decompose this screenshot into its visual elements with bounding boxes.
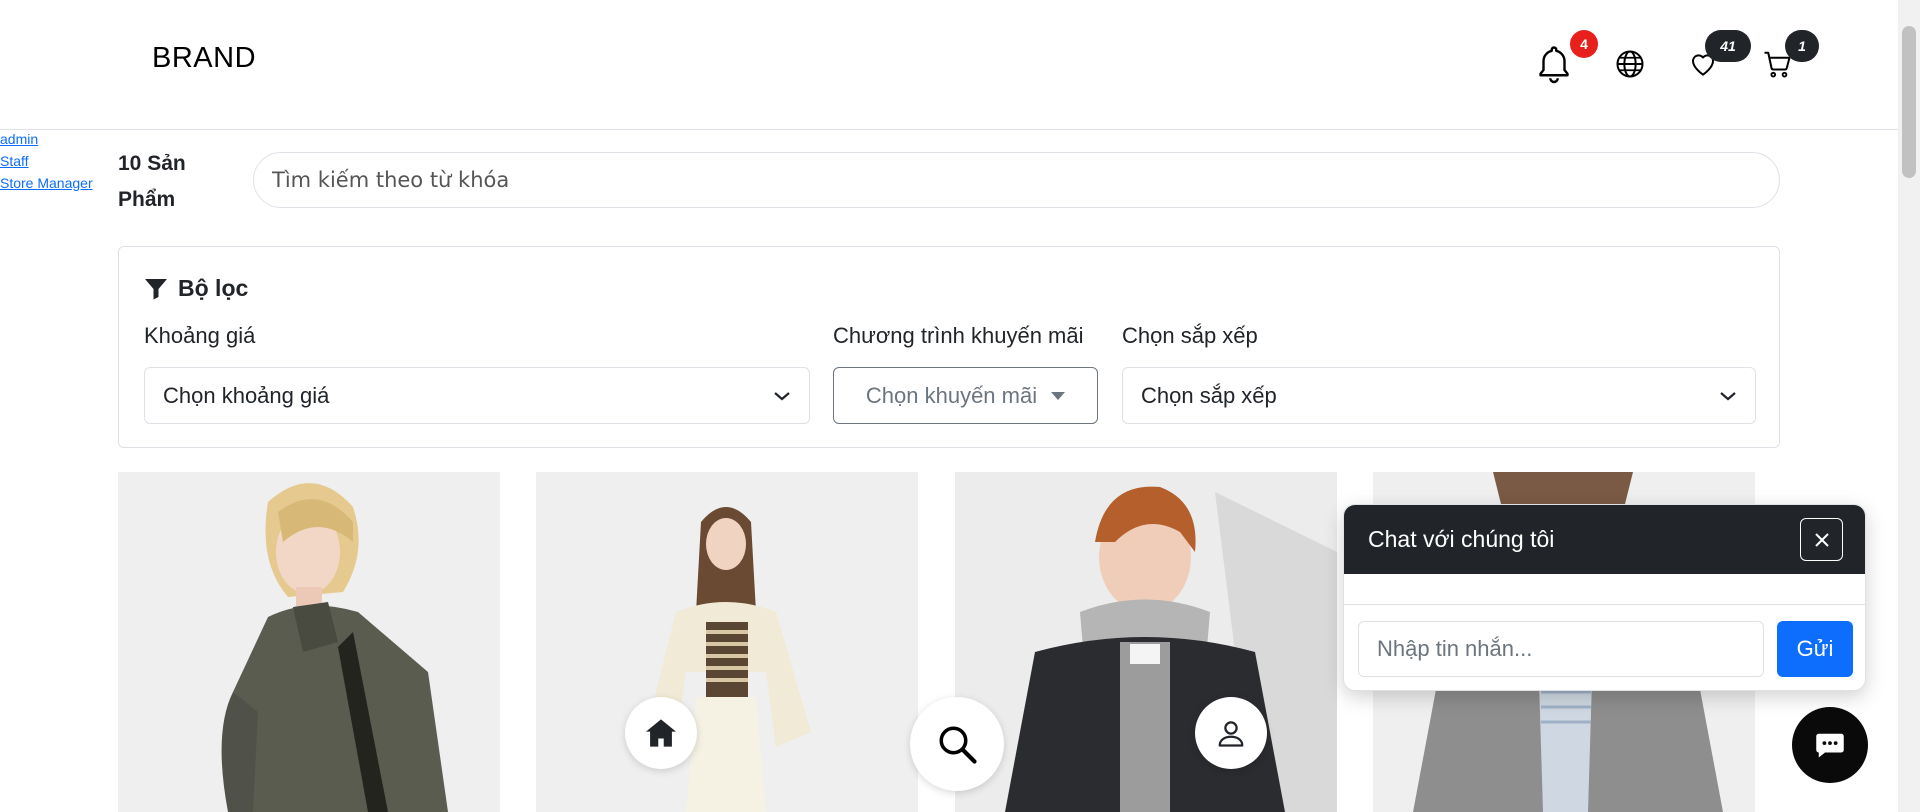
chat-bubble-icon bbox=[1816, 733, 1844, 758]
filter-title-label: Bộ lọc bbox=[178, 275, 249, 301]
product-card-image[interactable] bbox=[955, 472, 1337, 812]
cart-badge: 1 bbox=[1785, 30, 1819, 62]
role-link-admin[interactable]: admin bbox=[0, 128, 93, 150]
product-photo-cream-jacket bbox=[536, 472, 918, 812]
chat-toggle-button[interactable] bbox=[1792, 707, 1868, 783]
wishlist-button[interactable]: 41 bbox=[1683, 30, 1751, 84]
chat-messages bbox=[1344, 574, 1865, 605]
product-count: 10 Sản Phẩm bbox=[118, 152, 186, 211]
home-button[interactable] bbox=[625, 697, 697, 769]
sort-select[interactable]: Chọn sắp xếp bbox=[1122, 367, 1756, 424]
product-card-image[interactable] bbox=[536, 472, 918, 812]
wishlist-badge: 41 bbox=[1705, 30, 1751, 62]
site-header: BRAND 4 41 1 bbox=[0, 0, 1898, 130]
chevron-down-icon bbox=[774, 391, 790, 400]
chat-message-input[interactable] bbox=[1358, 621, 1764, 677]
role-link-staff[interactable]: Staff bbox=[0, 150, 93, 172]
bell-icon bbox=[1539, 46, 1569, 84]
price-range-label: Khoảng giá bbox=[144, 323, 256, 348]
filter-title: Bộ lọc bbox=[144, 275, 248, 302]
sort-label: Chọn sắp xếp bbox=[1122, 323, 1258, 348]
promotion-value: Chọn khuyến mãi bbox=[865, 382, 1038, 408]
promotion-label: Chương trình khuyến mãi bbox=[833, 323, 1084, 348]
search-button[interactable] bbox=[910, 697, 1004, 791]
user-icon bbox=[1218, 721, 1244, 747]
promotion-dropdown[interactable]: Chọn khuyến mãi bbox=[833, 367, 1098, 424]
chat-send-button[interactable]: Gửi bbox=[1777, 621, 1853, 677]
chat-title: Chat với chúng tôi bbox=[1368, 526, 1555, 552]
language-button[interactable] bbox=[1610, 44, 1650, 84]
chat-widget: Chat với chúng tôi Gửi bbox=[1343, 504, 1866, 691]
role-link-store-manager[interactable]: Store Manager bbox=[0, 172, 93, 194]
price-range-value: Chọn khoảng giá bbox=[163, 382, 330, 408]
close-icon bbox=[1814, 532, 1829, 547]
product-photo-olive-jacket bbox=[118, 472, 500, 812]
home-icon bbox=[646, 719, 676, 747]
product-card-image[interactable] bbox=[118, 472, 500, 812]
filter-panel: Bộ lọc Khoảng giá Chọn khoảng giá Chương… bbox=[118, 246, 1780, 448]
chat-header: Chat với chúng tôi bbox=[1344, 505, 1865, 574]
brand-logo[interactable]: BRAND bbox=[152, 42, 256, 75]
chat-close-button[interactable] bbox=[1800, 518, 1843, 561]
scrollbar-thumb[interactable] bbox=[1902, 26, 1916, 178]
role-links: admin Staff Store Manager bbox=[0, 128, 93, 194]
search-icon bbox=[939, 726, 977, 764]
caret-down-icon bbox=[1051, 391, 1066, 400]
account-button[interactable] bbox=[1195, 697, 1267, 769]
price-range-select[interactable]: Chọn khoảng giá bbox=[144, 367, 810, 424]
chevron-down-icon bbox=[1720, 391, 1736, 400]
sort-value: Chọn sắp xếp bbox=[1141, 382, 1277, 408]
filter-icon bbox=[145, 278, 167, 299]
globe-icon bbox=[1616, 50, 1644, 78]
product-photo-black-jacket bbox=[955, 472, 1337, 812]
search-input[interactable] bbox=[253, 152, 1780, 208]
notification-button[interactable]: 4 bbox=[1534, 30, 1598, 84]
cart-button[interactable]: 1 bbox=[1757, 30, 1819, 84]
notification-badge: 4 bbox=[1570, 30, 1598, 58]
